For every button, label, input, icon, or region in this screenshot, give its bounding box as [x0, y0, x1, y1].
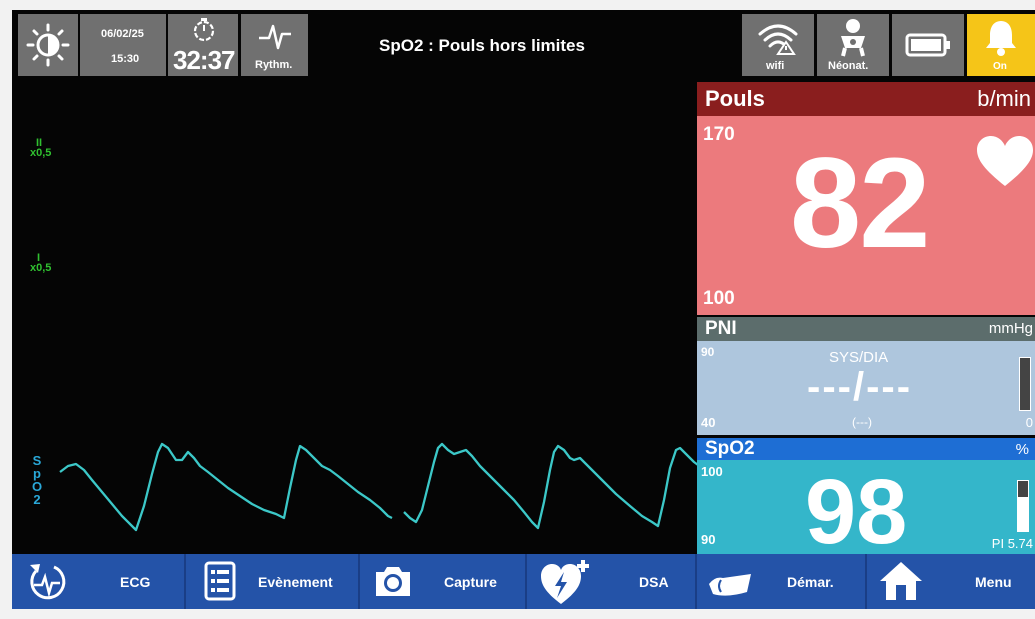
- spo2-low-limit: 90: [701, 532, 716, 547]
- spo2-waveform: [59, 442, 702, 532]
- event-button-label: Evènement: [258, 574, 333, 590]
- pni-unit: mmHg: [988, 320, 1033, 337]
- pni-high-limit: 90: [701, 345, 715, 359]
- neonat-button[interactable]: Néonat.: [817, 14, 889, 76]
- spo2-panel[interactable]: SpO2 % 100 90 98 PI 5.74: [697, 438, 1035, 558]
- pni-value: ---/---: [807, 365, 913, 409]
- pouls-title: Pouls: [705, 86, 765, 111]
- wifi-icon: [758, 24, 798, 55]
- neonat-label: Néonat.: [828, 60, 869, 72]
- alarm-state-label: On: [993, 61, 1007, 72]
- rhythm-icon: [259, 24, 291, 50]
- pouls-high-limit: 170: [703, 124, 735, 145]
- pouls-low-limit: 100: [703, 288, 735, 309]
- pni-header: [697, 317, 1035, 341]
- timer-text: 32:37: [173, 45, 235, 75]
- lead-i-label: I x0,5: [30, 252, 52, 274]
- spo2-pi: PI 5.74: [991, 536, 1033, 551]
- timer-button[interactable]: 32:37: [168, 14, 238, 76]
- wifi-button[interactable]: wifi: [742, 14, 814, 76]
- brightness-button[interactable]: [18, 14, 78, 76]
- start-button[interactable]: Démar.: [697, 554, 865, 609]
- menu-button[interactable]: Menu: [867, 554, 1035, 609]
- pouls-panel[interactable]: Pouls b/min 170 100 82: [697, 82, 1035, 315]
- defibrillator-heart-icon: [541, 560, 589, 604]
- baby-icon: [841, 19, 865, 57]
- dsa-button-label: DSA: [639, 574, 669, 590]
- event-list-icon: [204, 561, 236, 601]
- rhythm-label: Rythm.: [255, 59, 293, 71]
- pni-low-limit: 40: [701, 415, 716, 430]
- pni-mode-label: SYS/DIA: [829, 349, 889, 366]
- pouls-value: 82: [790, 132, 930, 275]
- alarm-toggle[interactable]: On: [967, 14, 1035, 76]
- dsa-button[interactable]: DSA: [527, 554, 695, 609]
- lead-ii-label: II x0,5: [30, 137, 52, 159]
- camera-icon: [376, 567, 410, 596]
- battery-icon: [905, 33, 950, 57]
- spo2-high-limit: 100: [701, 464, 723, 479]
- brightness-icon: [26, 23, 70, 67]
- pni-mean: (---): [852, 415, 872, 429]
- ecg-button-label: ECG: [120, 574, 151, 590]
- capture-button-label: Capture: [444, 574, 497, 590]
- nibp-cuff-icon: [709, 574, 751, 596]
- spo2-unit: %: [1015, 441, 1029, 458]
- monitor-screen: 06/02/25 15:30 32:37 Rythm. SpO2 : Pouls…: [12, 10, 1035, 609]
- rhythm-button[interactable]: Rythm.: [241, 14, 308, 76]
- spo2-level-bar: [1017, 480, 1029, 532]
- spo2-value: 98: [805, 461, 908, 563]
- date-text: 06/02/25: [101, 28, 144, 40]
- ecg-button[interactable]: ECG: [12, 554, 184, 609]
- ecg-return-icon: [30, 564, 66, 600]
- timer-icon: [193, 18, 215, 42]
- alarm-message: SpO2 : Pouls hors limites: [379, 36, 585, 55]
- time-text: 15:30: [111, 53, 140, 65]
- menu-button-label: Menu: [975, 574, 1012, 590]
- start-button-label: Démar.: [787, 574, 834, 590]
- pni-title: PNI: [705, 318, 737, 339]
- pni-bar-min: 0: [1025, 415, 1033, 430]
- pni-panel[interactable]: PNI mmHg 90 40 SYS/DIA ---/--- (---) 0: [697, 317, 1035, 435]
- spo2-title: SpO2: [705, 438, 755, 459]
- pouls-unit: b/min: [977, 86, 1031, 111]
- capture-button[interactable]: Capture: [360, 554, 525, 609]
- event-button[interactable]: Evènement: [186, 554, 358, 609]
- spo2-wave-label: S p O 2: [31, 453, 43, 507]
- pni-level-bar: [1019, 357, 1031, 411]
- bell-icon: [986, 21, 1016, 56]
- bottom-toolbar: ECG Evènement Capture DSA Démar. Menu: [12, 554, 1035, 609]
- heart-icon: [977, 136, 1033, 186]
- wifi-label: wifi: [766, 60, 785, 72]
- datetime-display[interactable]: 06/02/25 15:30: [80, 14, 166, 76]
- battery-status: [892, 14, 964, 76]
- home-icon: [880, 562, 922, 600]
